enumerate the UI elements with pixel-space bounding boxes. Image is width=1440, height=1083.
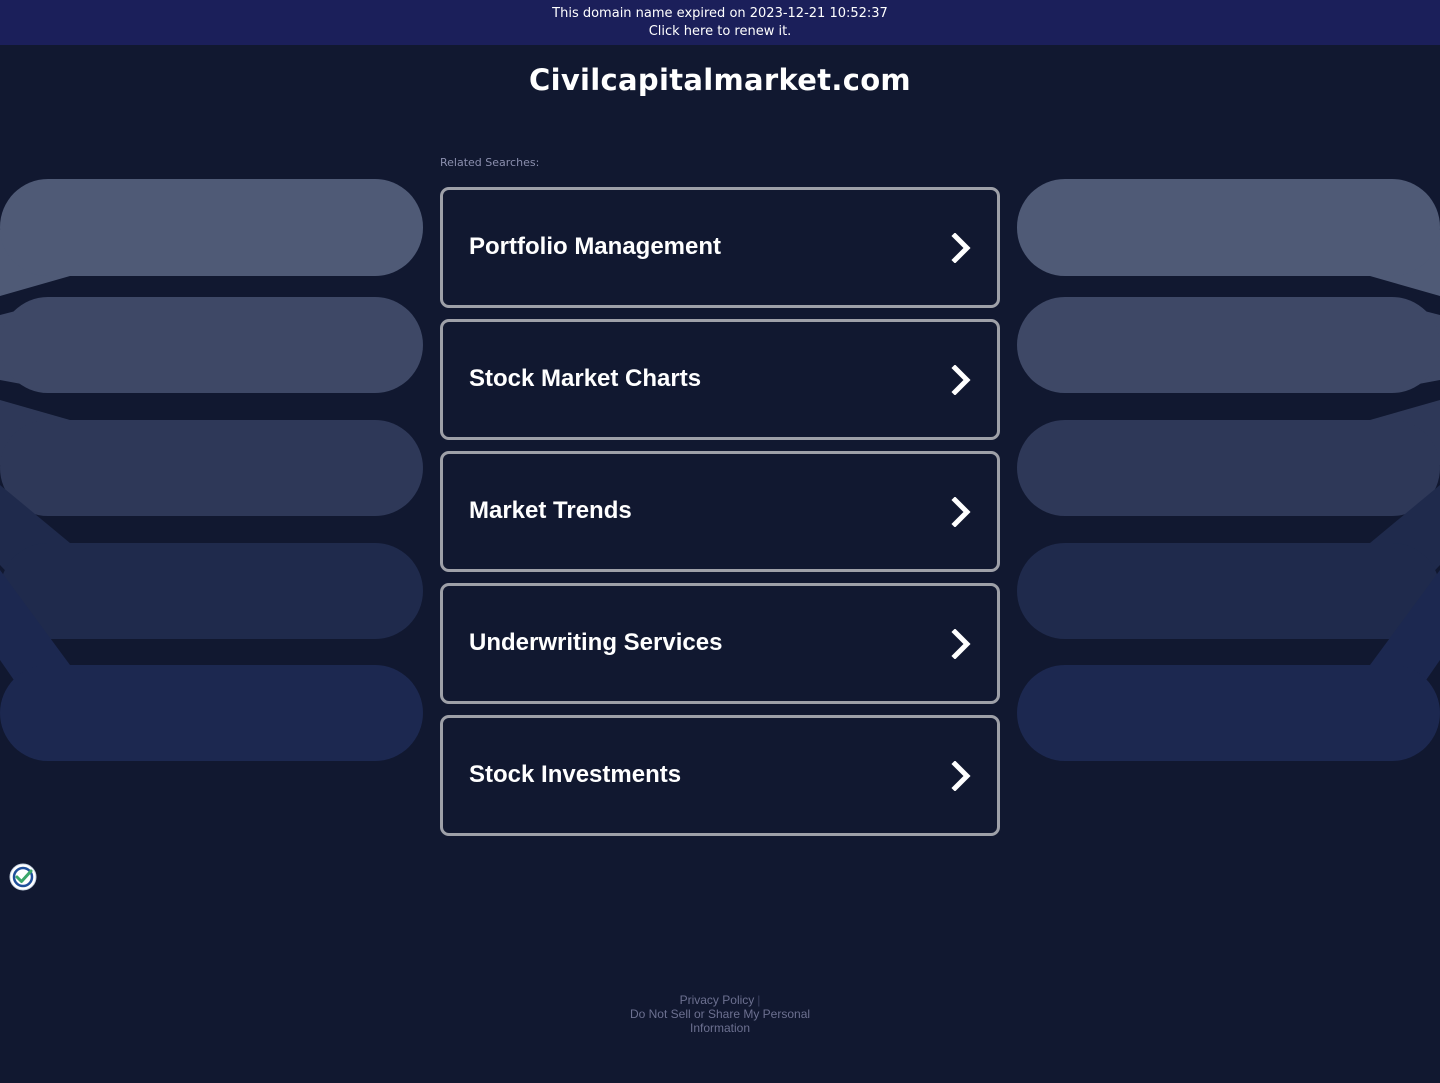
chevron-right-icon	[951, 233, 971, 263]
related-searches-label: Related Searches:	[440, 156, 540, 169]
related-search-label: Stock Market Charts	[469, 365, 702, 392]
related-search-label: Portfolio Management	[469, 233, 722, 260]
expiry-notice: This domain name expired on 2023-12-21 1…	[552, 6, 888, 21]
renew-link[interactable]: Click here to renew it.	[0, 23, 1440, 41]
do-not-sell-link[interactable]: Do Not Sell or Share My Personal Informa…	[630, 1007, 810, 1035]
privacy-check-icon[interactable]	[9, 863, 37, 891]
related-search-label: Market Trends	[469, 497, 632, 524]
related-searches-list: Portfolio Management Stock Market Charts…	[440, 187, 1000, 847]
chevron-right-icon	[951, 761, 971, 791]
page-title: Civilcapitalmarket.com	[529, 63, 911, 97]
footer-separator: |	[757, 993, 761, 1007]
related-search-label: Stock Investments	[469, 761, 682, 788]
footer: Privacy Policy | Do Not Sell or Share My …	[620, 993, 820, 1035]
related-search-label: Underwriting Services	[469, 629, 723, 656]
chevron-right-icon	[951, 497, 971, 527]
privacy-policy-link[interactable]: Privacy Policy	[680, 993, 755, 1007]
related-search-card[interactable]: Stock Market Charts	[440, 319, 1000, 440]
related-search-card[interactable]: Stock Investments	[440, 715, 1000, 836]
chevron-right-icon	[951, 629, 971, 659]
chevron-right-icon	[951, 365, 971, 395]
related-search-card[interactable]: Portfolio Management	[440, 187, 1000, 308]
related-search-card[interactable]: Market Trends	[440, 451, 1000, 572]
expiry-banner[interactable]: This domain name expired on 2023-12-21 1…	[0, 0, 1440, 45]
related-search-card[interactable]: Underwriting Services	[440, 583, 1000, 704]
